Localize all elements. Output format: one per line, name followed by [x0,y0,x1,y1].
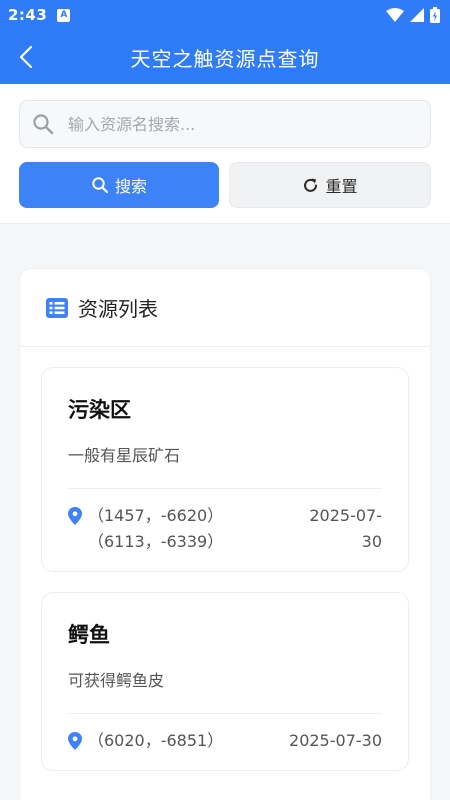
search-panel: 搜索 重置 [0,84,450,224]
resource-items: 污染区 一般有星辰矿石 （1457，-6620） （6113，-6339） 20… [20,347,430,771]
divider [68,488,382,489]
reset-button-label: 重置 [325,177,358,196]
list-item[interactable]: 污染区 一般有星辰矿石 （1457，-6620） （6113，-6339） 20… [41,367,409,572]
resource-name: 鳄鱼 [68,623,110,647]
resource-list-card: 资源列表 污染区 一般有星辰矿石 （1457，-6620） （6113，-633… [19,268,431,800]
resource-date: 2025-07-30 [309,506,382,551]
search-input[interactable] [68,114,418,134]
coordinate: （1457，-6620） [88,506,224,525]
app-badge-icon: A [57,8,71,22]
search-button[interactable]: 搜索 [19,162,219,208]
back-button[interactable] [12,43,40,71]
list-item[interactable]: 鳄鱼 可获得鳄鱼皮 （6020，-6851） 2025-07-30 [41,592,409,771]
status-time: 2:43 [8,6,48,24]
app-header: 天空之触资源点查询 [0,30,450,84]
resource-desc: 一般有星辰矿石 [68,446,181,465]
list-icon [46,297,68,318]
location-pin-icon [68,732,82,750]
refresh-icon [304,178,318,192]
status-bar: 2:43 A [0,0,450,30]
resource-desc: 可获得鳄鱼皮 [68,671,165,690]
resource-list-title: 资源列表 [78,297,158,321]
reset-button[interactable]: 重置 [229,162,431,208]
resource-list-header: 资源列表 [20,269,430,347]
chevron-left-icon [19,45,33,69]
wifi-icon [386,8,404,22]
resource-name: 污染区 [68,398,131,422]
page-title: 天空之触资源点查询 [130,46,320,71]
resource-date: 2025-07-30 [289,731,382,750]
search-icon [33,114,54,135]
battery-icon [430,7,440,23]
divider [68,713,382,714]
signal-icon [410,8,424,22]
coordinate: （6113，-6339） [88,532,224,551]
search-button-label: 搜索 [114,177,147,196]
coordinate: （6020，-6851） [88,731,224,750]
search-icon [92,177,109,194]
location-pin-icon [68,507,82,525]
search-box[interactable] [19,100,431,148]
